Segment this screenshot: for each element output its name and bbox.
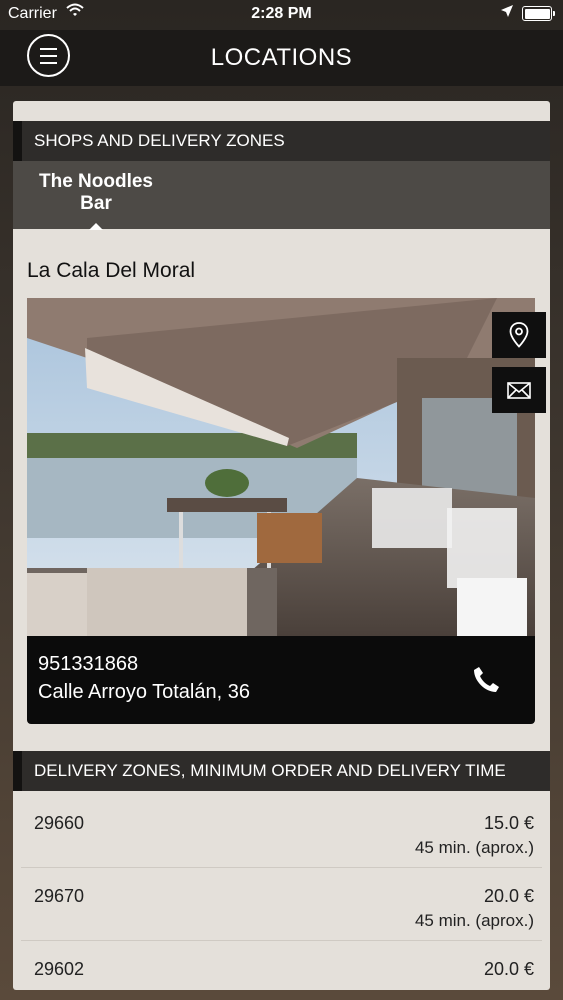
location-arrow-icon <box>500 4 514 23</box>
location-address: Calle Arroyo Totalán, 36 <box>38 681 250 703</box>
phone-icon[interactable] <box>471 665 501 700</box>
zone-delivery-time: 45 min. (aprox.) <box>414 838 534 857</box>
active-tab-indicator <box>89 223 103 230</box>
mail-button[interactable] <box>492 367 546 413</box>
page-title: LOCATIONS <box>210 44 353 71</box>
location-info-bar: 951331868 Calle Arroyo Totalán, 36 <box>27 636 535 724</box>
battery-icon <box>522 6 555 21</box>
location-name: La Cala Del Moral <box>27 259 196 282</box>
delivery-zone-row: 29670 20.0 € 45 min. (aprox.) <box>21 868 542 941</box>
shop-tab-bar: The Noodles Bar <box>13 161 550 229</box>
envelope-icon <box>507 381 531 399</box>
zone-zip: 29660 <box>34 813 85 833</box>
map-pin-icon <box>509 322 529 348</box>
location-phone[interactable]: 951331868 <box>38 653 138 676</box>
navigation-bar: LOCATIONS <box>0 30 563 86</box>
status-time: 2:28 PM <box>251 5 312 22</box>
map-button[interactable] <box>492 312 546 358</box>
shops-section-header: SHOPS AND DELIVERY ZONES <box>13 121 550 161</box>
locations-card: SHOPS AND DELIVERY ZONES The Noodles Bar… <box>13 101 550 990</box>
delivery-zone-row: 29602 20.0 € <box>21 941 542 990</box>
zone-min-order: 15.0 € <box>483 813 534 833</box>
zone-min-order: 20.0 € <box>483 886 534 906</box>
tab-the-noodles-bar[interactable]: The Noodles Bar <box>31 171 161 215</box>
status-bar: Carrier 2:28 PM <box>0 0 563 30</box>
zone-zip: 29602 <box>34 959 85 979</box>
delivery-zone-row: 29660 15.0 € 45 min. (aprox.) <box>21 795 542 868</box>
location-photo <box>27 298 535 636</box>
zone-delivery-time: 45 min. (aprox.) <box>414 911 534 930</box>
zone-zip: 29670 <box>34 886 85 906</box>
zone-min-order: 20.0 € <box>483 959 534 979</box>
delivery-zones-section-header: DELIVERY ZONES, MINIMUM ORDER AND DELIVE… <box>13 751 550 791</box>
